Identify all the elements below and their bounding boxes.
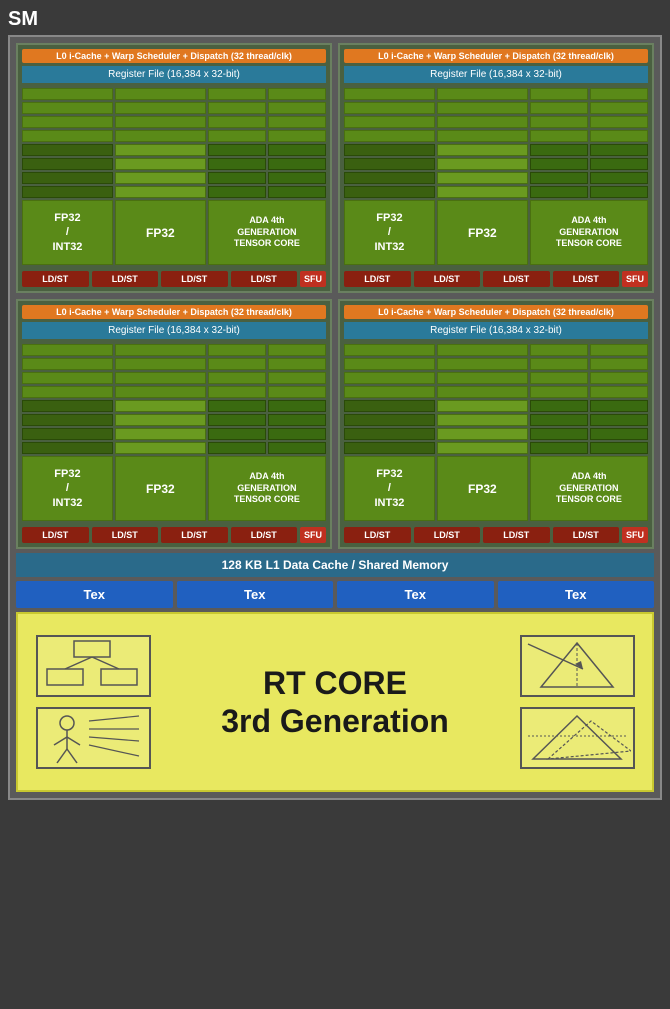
ldst4-bl: LD/ST	[231, 527, 298, 543]
sfu-br: SFU	[622, 527, 648, 543]
ldst3-tr: LD/ST	[483, 271, 550, 287]
intersect-diagram-svg	[523, 711, 631, 765]
partition-top-right: L0 i-Cache + Warp Scheduler + Dispatch (…	[338, 43, 654, 293]
tex-3: Tex	[337, 581, 494, 608]
quad-grid: L0 i-Cache + Warp Scheduler + Dispatch (…	[16, 43, 654, 549]
ldst3-tl: LD/ST	[161, 271, 228, 287]
cores-area-tr: FP32/INT32 FP32	[344, 88, 648, 265]
ldst2-tl: LD/ST	[92, 271, 159, 287]
tex-1: Tex	[16, 581, 173, 608]
ldst2-bl: LD/ST	[92, 527, 159, 543]
fp32-int32-label-tr: FP32/INT32	[374, 211, 404, 254]
bottom-row-tl: LD/ST LD/ST LD/ST LD/ST SFU	[22, 271, 326, 287]
ldst3-br: LD/ST	[483, 527, 550, 543]
reg-file-tl: Register File (16,384 x 32-bit)	[22, 66, 326, 83]
triangle-diagram-svg	[523, 639, 631, 693]
cores-area-tl: FP32/INT32 FP	[22, 88, 326, 265]
tensor-core-label-tr: ADA 4thGENERATIONTENSOR CORE	[556, 215, 622, 250]
tensor-core-label-tl: ADA 4thGENERATIONTENSOR CORE	[234, 215, 300, 250]
cores-area-bl: FP32/INT32 FP32	[22, 344, 326, 521]
ldst4-tr: LD/ST	[553, 271, 620, 287]
ldst2-br: LD/ST	[414, 527, 481, 543]
fp32-int32-label-br: FP32/INT32	[374, 467, 404, 510]
reg-file-tr: Register File (16,384 x 32-bit)	[344, 66, 648, 83]
ldst4-tl: LD/ST	[231, 271, 298, 287]
fp32-label-bl: FP32	[146, 482, 175, 496]
sm-title: SM	[8, 8, 38, 31]
l0-cache-tl: L0 i-Cache + Warp Scheduler + Dispatch (…	[22, 49, 326, 63]
l0-cache-br: L0 i-Cache + Warp Scheduler + Dispatch (…	[344, 305, 648, 319]
cores-area-br: FP32/INT32 FP32	[344, 344, 648, 521]
l0-cache-bl: L0 i-Cache + Warp Scheduler + Dispatch (…	[22, 305, 326, 319]
tex-row: Tex Tex Tex Tex	[16, 581, 654, 608]
l1-cache-bar: 128 KB L1 Data Cache / Shared Memory	[16, 553, 654, 577]
ldst1-tr: LD/ST	[344, 271, 411, 287]
partition-top-left: L0 i-Cache + Warp Scheduler + Dispatch (…	[16, 43, 332, 293]
fp32-label-br: FP32	[468, 482, 497, 496]
bvh-diagram-svg	[39, 639, 147, 693]
rt-diagram-right	[512, 635, 642, 769]
partition-bottom-left: L0 i-Cache + Warp Scheduler + Dispatch (…	[16, 299, 332, 549]
partition-bottom-right: L0 i-Cache + Warp Scheduler + Dispatch (…	[338, 299, 654, 549]
tex-2: Tex	[177, 581, 334, 608]
ray-diagram-svg	[39, 711, 147, 765]
tensor-core-label-br: ADA 4thGENERATIONTENSOR CORE	[556, 471, 622, 506]
rt-core-title: RT CORE	[263, 664, 407, 702]
sfu-bl: SFU	[300, 527, 326, 543]
tex-4: Tex	[498, 581, 655, 608]
sm-container: L0 i-Cache + Warp Scheduler + Dispatch (…	[8, 35, 662, 800]
reg-file-bl: Register File (16,384 x 32-bit)	[22, 322, 326, 339]
tensor-core-label-bl: ADA 4thGENERATIONTENSOR CORE	[234, 471, 300, 506]
bottom-row-tr: LD/ST LD/ST LD/ST LD/ST SFU	[344, 271, 648, 287]
ldst3-bl: LD/ST	[161, 527, 228, 543]
rt-core-generation: 3rd Generation	[221, 702, 449, 740]
sfu-tr: SFU	[622, 271, 648, 287]
sfu-tl: SFU	[300, 271, 326, 287]
ldst1-bl: LD/ST	[22, 527, 89, 543]
bottom-row-bl: LD/ST LD/ST LD/ST LD/ST SFU	[22, 527, 326, 543]
ldst2-tr: LD/ST	[414, 271, 481, 287]
fp32-int32-label-bl: FP32/INT32	[52, 467, 82, 510]
fp32-label-tl: FP32	[146, 226, 175, 240]
rt-core-label: RT CORE 3rd Generation	[158, 664, 512, 741]
fp32-int32-label-tl: FP32/INT32	[52, 211, 82, 254]
l0-cache-tr: L0 i-Cache + Warp Scheduler + Dispatch (…	[344, 49, 648, 63]
ldst4-br: LD/ST	[553, 527, 620, 543]
ldst1-tl: LD/ST	[22, 271, 89, 287]
reg-file-br: Register File (16,384 x 32-bit)	[344, 322, 648, 339]
rt-core-section: RT CORE 3rd Generation	[16, 612, 654, 792]
rt-diagram-left	[28, 635, 158, 769]
fp32-label-tr: FP32	[468, 226, 497, 240]
ldst1-br: LD/ST	[344, 527, 411, 543]
bottom-row-br: LD/ST LD/ST LD/ST LD/ST SFU	[344, 527, 648, 543]
